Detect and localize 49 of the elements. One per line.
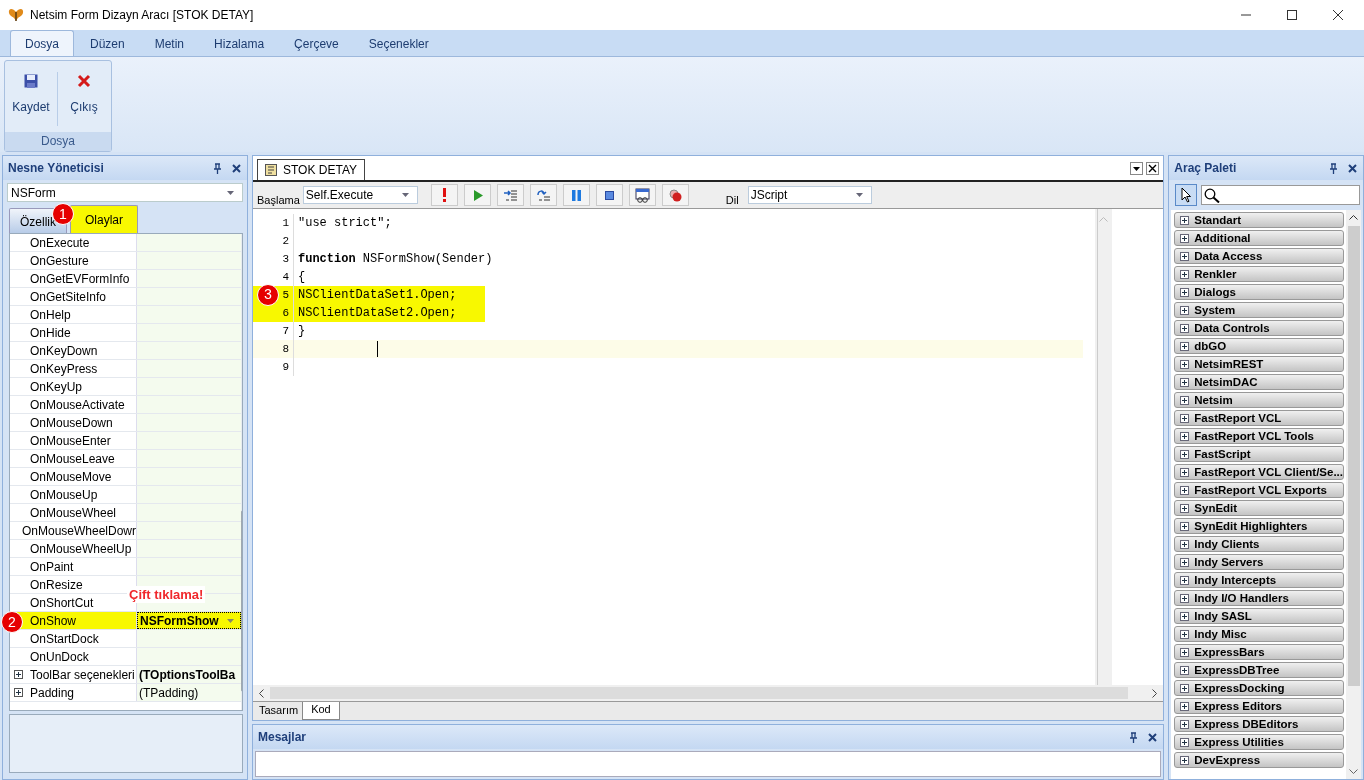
property-name: OnResize [30,577,83,592]
property-name: OnStartDock [30,631,99,646]
group-label: Dosya [5,132,111,151]
code-line: NSClientDataSet1.Open; [297,288,457,302]
panel-title: Mesajlar [258,730,307,744]
property-name: OnMouseWheel [30,505,117,520]
property-name: OnMouseWheelDowr [21,523,136,538]
property-name: OnShow [30,613,77,628]
window-title: Netsim Form Dizayn Aracı [STOK DETAY] [30,8,254,22]
property-name: OnExecute [30,235,90,250]
start-label: Başlama [257,194,300,208]
panel-title: Nesne Yöneticisi [8,161,104,175]
property-name: OnShortCut [30,595,94,610]
property-name: Padding [30,685,75,700]
line-number: 9 [253,358,294,376]
property-name: OnMouseMove [30,469,112,484]
property-name: OnHelp [30,307,71,322]
line-number: 1 [253,214,294,232]
property-name: OnMouseLeave [30,451,115,466]
property-name: OnUnDock [30,649,89,664]
property-value: NSFormShow [140,613,219,628]
code-line: function NSFormShow(Sender) [297,252,493,266]
property-name: OnHide [30,325,71,340]
property-name: OnMouseWheelUp [30,541,132,556]
property-value: (TPadding) [139,685,199,700]
code-line: "use strict"; [297,216,392,230]
property-name: ToolBar seçenekleri [30,667,135,682]
property-value: (TOptionsToolBa [139,667,236,682]
language-label: Dil [725,194,739,208]
property-name: OnMouseUp [30,487,98,502]
property-name: OnKeyDown [30,343,98,358]
line-number: 8 [253,340,294,358]
step-tooltip: 2 [1,611,23,633]
property-name: OnMouseActivate [30,397,125,412]
panel-title: Araç Paleti [1174,161,1237,175]
code-line: } [297,324,306,338]
line-number: 2 [253,232,294,250]
line-number: 3 [253,250,294,268]
property-name: OnMouseDown [30,415,113,430]
property-name: OnMouseEnter [30,433,111,448]
property-name: OnGesture [30,253,89,268]
property-name: OnGetSiteInfo [30,289,107,304]
property-name: OnGetEVFormInfo [30,271,130,286]
property-name: OnKeyPress [30,361,98,376]
code-line: { [297,270,306,284]
property-name: OnPaint [30,559,74,574]
property-name: OnKeyUp [30,379,83,394]
code-line: NSClientDataSet2.Open; [297,306,457,320]
annotation-text: Çift tıklama! [127,586,206,603]
